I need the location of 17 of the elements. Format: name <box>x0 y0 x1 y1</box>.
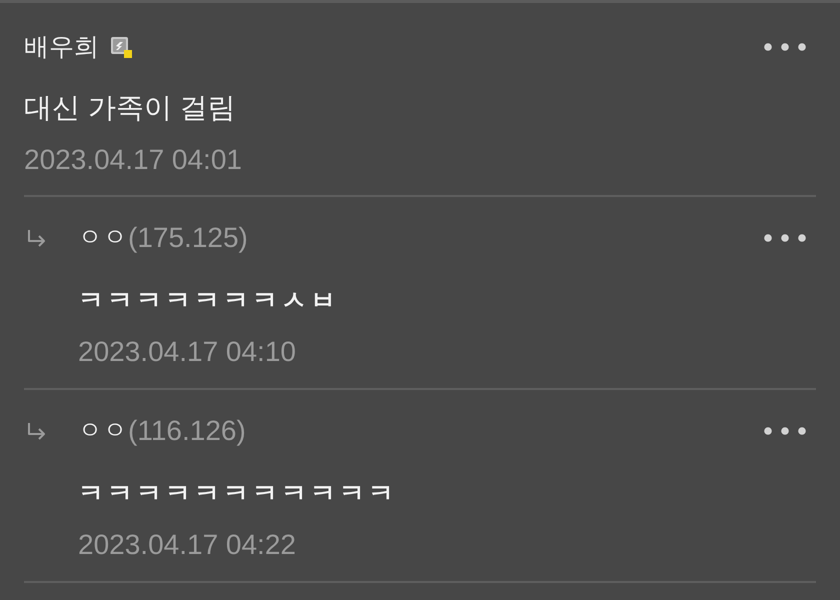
post-date: 2023.04.17 04:01 <box>24 143 243 177</box>
post-title: 대신 가족이 걸림 <box>24 91 237 125</box>
more-options-icon[interactable] <box>764 43 806 51</box>
commenter-ip: (116.126) <box>128 414 246 448</box>
comment-date: 2023.04.17 04:22 <box>78 528 297 562</box>
more-options-icon[interactable] <box>764 234 806 242</box>
comment-text: ㅋㅋㅋㅋㅋㅋㅋㅋㅋㅋㅋ <box>78 477 398 510</box>
comment-text: ㅋㅋㅋㅋㅋㅋㅋㅅㅂ <box>78 284 340 317</box>
reply-arrow-icon <box>27 229 46 247</box>
reply-arrow-icon <box>27 422 46 440</box>
user-badge-icon <box>111 36 132 58</box>
commenter-ip: (175.125) <box>128 221 248 255</box>
commenter-nickname: ㅇㅇ <box>78 416 128 446</box>
more-options-icon[interactable] <box>764 427 806 435</box>
author-name: 배우희 <box>24 32 99 63</box>
comment-date: 2023.04.17 04:10 <box>78 335 297 369</box>
commenter-nickname: ㅇㅇ <box>78 223 128 253</box>
